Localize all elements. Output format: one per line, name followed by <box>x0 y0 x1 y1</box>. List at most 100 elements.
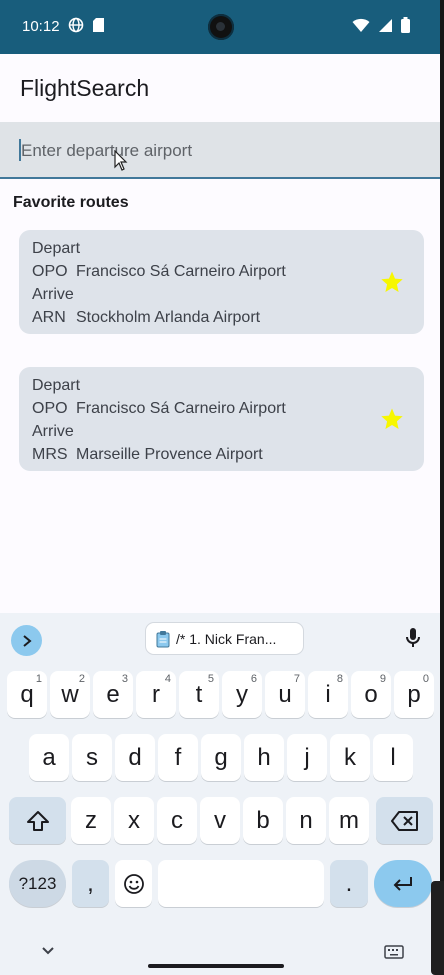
clipboard-icon <box>156 630 170 647</box>
key-label: m <box>339 806 359 834</box>
top-app-bar: FlightSearch <box>0 54 440 122</box>
departure-search-field[interactable]: Enter departure airport <box>0 122 440 179</box>
key-o[interactable]: o9 <box>351 671 391 718</box>
key-b[interactable]: b <box>243 797 283 844</box>
depart-code: OPO <box>32 400 68 417</box>
shift-key[interactable] <box>9 797 66 844</box>
arrive-code: ARN <box>32 309 66 326</box>
key-n[interactable]: n <box>286 797 326 844</box>
key-number-hint: 9 <box>379 673 386 685</box>
clipboard-suggestion-text: /* 1. Nick Fran... <box>176 630 277 647</box>
key-label: p <box>407 680 421 708</box>
key-number-hint: 1 <box>35 673 42 685</box>
key-number-hint: 5 <box>207 673 214 685</box>
shift-icon <box>26 810 49 831</box>
key-label: u <box>278 680 292 708</box>
key-number-hint: 7 <box>293 673 300 685</box>
status-time: 10:12 <box>22 18 60 35</box>
expand-toolbar-button[interactable] <box>11 625 42 656</box>
key-label: h <box>257 743 271 771</box>
key-label: r <box>152 680 160 708</box>
depart-airport: OPO Francisco Sá Carneiro Airport <box>32 400 286 418</box>
clipboard-suggestion-chip[interactable]: /* 1. Nick Fran... <box>145 622 304 655</box>
key-z[interactable]: z <box>71 797 111 844</box>
arrive-label: Arrive <box>32 423 74 440</box>
symbols-key[interactable]: ?123 <box>9 860 66 907</box>
key-i[interactable]: i8 <box>308 671 348 718</box>
key-label: f <box>174 743 182 771</box>
battery-icon <box>401 17 410 33</box>
backspace-key[interactable] <box>376 797 433 844</box>
key-a[interactable]: a <box>29 734 69 781</box>
emoji-key[interactable] <box>115 860 152 907</box>
key-label: c <box>171 806 183 834</box>
depart-code: OPO <box>32 263 68 280</box>
key-label: j <box>304 743 310 771</box>
key-d[interactable]: d <box>115 734 155 781</box>
key-label: l <box>390 743 396 771</box>
key-k[interactable]: k <box>330 734 370 781</box>
favorite-star-icon[interactable] <box>380 407 404 431</box>
key-x[interactable]: x <box>114 797 154 844</box>
key-c[interactable]: c <box>157 797 197 844</box>
comma-key[interactable]: , <box>72 860 109 907</box>
key-f[interactable]: f <box>158 734 198 781</box>
key-label: e <box>106 680 120 708</box>
key-j[interactable]: j <box>287 734 327 781</box>
keyboard-switcher-icon[interactable] <box>384 945 404 959</box>
microphone-icon[interactable] <box>405 627 421 649</box>
arrive-code: MRS <box>32 446 68 463</box>
keyboard-toolbar: /* 1. Nick Fran... <box>0 613 440 663</box>
favorite-route-card[interactable]: Depart OPO Francisco Sá Carneiro Airport … <box>19 367 424 471</box>
favorite-star-icon[interactable] <box>380 270 404 294</box>
key-p[interactable]: p0 <box>394 671 434 718</box>
enter-icon <box>393 876 412 891</box>
key-label: g <box>214 743 228 771</box>
key-w[interactable]: w2 <box>50 671 90 718</box>
key-s[interactable]: s <box>72 734 112 781</box>
period-key[interactable]: . <box>330 860 368 907</box>
key-r[interactable]: r4 <box>136 671 176 718</box>
depart-airport: OPO Francisco Sá Carneiro Airport <box>32 263 286 281</box>
key-v[interactable]: v <box>200 797 240 844</box>
enter-key[interactable] <box>374 860 432 907</box>
emoji-icon <box>123 873 144 894</box>
front-camera <box>208 14 234 40</box>
key-number-hint: 3 <box>121 673 128 685</box>
hide-keyboard-chevron-icon[interactable] <box>41 946 55 956</box>
system-nav-bar <box>0 933 440 975</box>
arrive-airport: ARN Stockholm Arlanda Airport <box>32 309 260 327</box>
key-g[interactable]: g <box>201 734 241 781</box>
favorite-route-card[interactable]: Depart OPO Francisco Sá Carneiro Airport … <box>19 230 424 334</box>
key-h[interactable]: h <box>244 734 284 781</box>
key-label: z <box>85 806 97 834</box>
key-label: y <box>236 680 248 708</box>
key-l[interactable]: l <box>373 734 413 781</box>
depart-label: Depart <box>32 240 81 257</box>
arrive-name: Marseille Provence Airport <box>76 446 263 463</box>
key-label: v <box>214 806 226 834</box>
space-key[interactable] <box>158 860 324 907</box>
depart-name: Francisco Sá Carneiro Airport <box>76 400 286 417</box>
backspace-icon <box>390 810 418 831</box>
depart-name: Francisco Sá Carneiro Airport <box>76 263 286 280</box>
key-m[interactable]: m <box>329 797 369 844</box>
key-e[interactable]: e3 <box>93 671 133 718</box>
key-label: i <box>325 680 331 708</box>
vpn-globe-icon <box>68 17 84 33</box>
arrive-airport: MRS Marseille Provence Airport <box>32 446 263 464</box>
key-q[interactable]: q1 <box>7 671 47 718</box>
key-label: s <box>86 743 98 771</box>
key-y[interactable]: y6 <box>222 671 262 718</box>
key-number-hint: 6 <box>250 673 257 685</box>
gesture-handle[interactable] <box>148 964 284 968</box>
cell-signal-icon <box>379 18 392 32</box>
arrive-name: Stockholm Arlanda Airport <box>76 309 261 326</box>
phone-screen: 10:12 FlightSearch Enter departure airpo… <box>0 0 440 975</box>
key-number-hint: 0 <box>422 673 429 685</box>
key-label: n <box>299 806 313 834</box>
key-label: q <box>20 680 34 708</box>
sd-card-icon <box>93 18 104 32</box>
key-u[interactable]: u7 <box>265 671 305 718</box>
key-t[interactable]: t5 <box>179 671 219 718</box>
